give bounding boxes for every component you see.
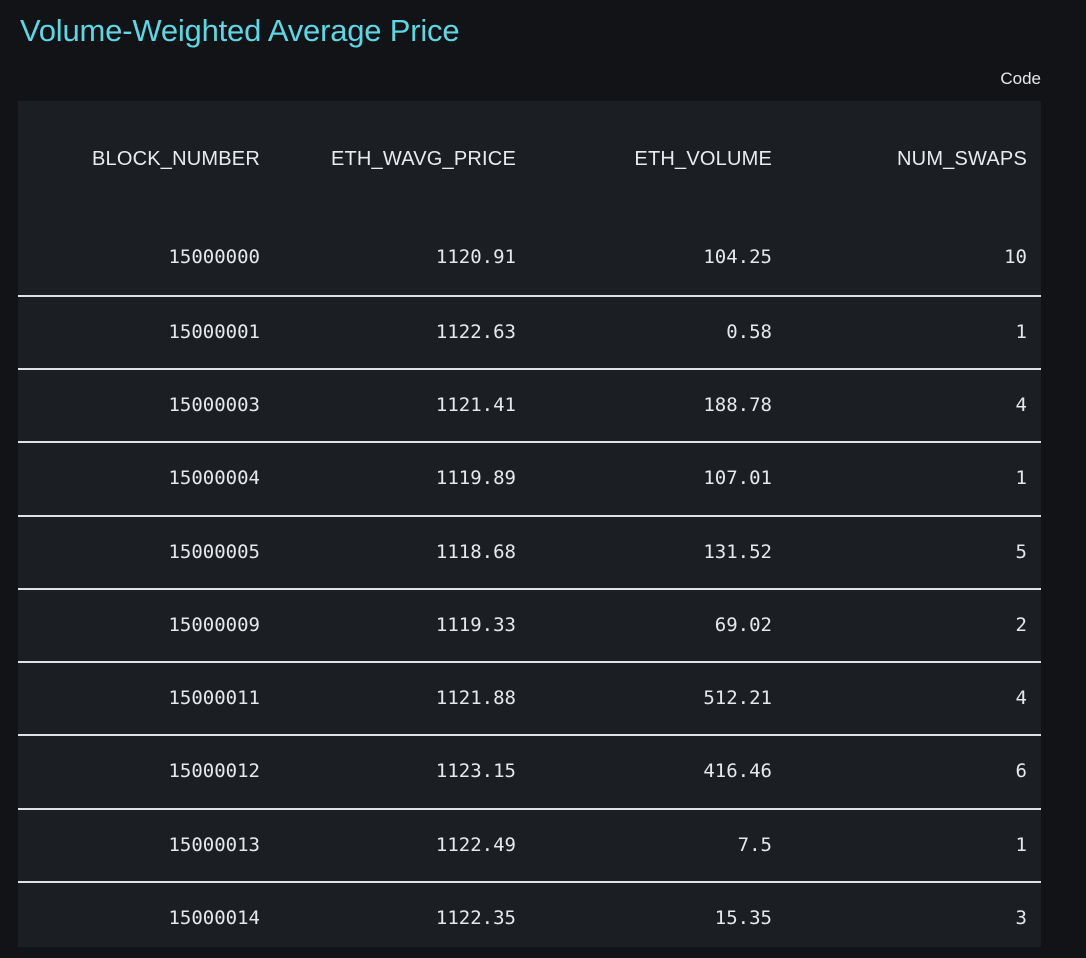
cell-block-number: 15000001 [168,321,260,343]
cell-eth-wavg-price: 1123.15 [435,760,516,782]
table-row: 15000013 1122.49 7.5 1 [18,808,1041,880]
table-row: 15000012 1123.15 416.46 6 [18,734,1041,806]
cell-eth-volume: 15.35 [714,907,772,929]
cell-eth-wavg-price: 1122.63 [435,321,516,343]
page-title: Volume-Weighted Average Price [20,13,460,48]
cell-num-swaps: 3 [1015,907,1027,929]
cell-eth-volume: 104.25 [703,246,772,268]
table-row: 15000004 1119.89 107.01 1 [18,441,1041,513]
table-row: 15000001 1122.63 0.58 1 [18,295,1041,367]
cell-block-number: 15000012 [168,760,260,782]
table-row: 15000014 1122.35 15.35 3 [18,881,1041,947]
cell-block-number: 15000003 [168,394,260,416]
cell-num-swaps: 10 [1004,246,1027,268]
cell-block-number: 15000004 [168,467,260,489]
cell-eth-volume: 7.5 [737,834,772,856]
cell-num-swaps: 1 [1015,834,1027,856]
code-toggle-link[interactable]: Code [1000,68,1041,90]
cell-num-swaps: 6 [1015,760,1027,782]
cell-eth-wavg-price: 1122.49 [435,834,516,856]
cell-eth-wavg-price: 1119.89 [435,467,516,489]
cell-num-swaps: 5 [1015,541,1027,563]
cell-block-number: 15000000 [168,246,260,268]
cell-eth-wavg-price: 1118.68 [435,541,516,563]
cell-eth-wavg-price: 1121.88 [435,687,516,709]
cell-num-swaps: 4 [1015,687,1027,709]
column-header-eth-volume[interactable]: ETH_VOLUME [516,101,772,218]
cell-block-number: 15000013 [168,834,260,856]
column-header-eth-wavg-price[interactable]: ETH_WAVG_PRICE [260,101,516,218]
cell-eth-wavg-price: 1120.91 [435,246,516,268]
cell-block-number: 15000014 [168,907,260,929]
cell-eth-volume: 188.78 [703,394,772,416]
table-row: 15000005 1118.68 131.52 5 [18,515,1041,587]
cell-num-swaps: 4 [1015,394,1027,416]
cell-num-swaps: 1 [1015,321,1027,343]
table-row: 15000003 1121.41 188.78 4 [18,368,1041,440]
cell-eth-volume: 69.02 [714,614,772,636]
table-header: BLOCK_NUMBER ETH_WAVG_PRICE ETH_VOLUME N… [18,101,1041,218]
table-row: 15000000 1120.91 104.25 10 [18,218,1041,296]
table-row: 15000009 1119.33 69.02 2 [18,588,1041,660]
cell-eth-wavg-price: 1119.33 [435,614,516,636]
cell-eth-wavg-price: 1122.35 [435,907,516,929]
cell-num-swaps: 2 [1015,614,1027,636]
cell-eth-volume: 107.01 [703,467,772,489]
data-table: BLOCK_NUMBER ETH_WAVG_PRICE ETH_VOLUME N… [18,101,1041,947]
cell-block-number: 15000009 [168,614,260,636]
column-header-num-swaps[interactable]: NUM_SWAPS [772,101,1027,218]
cell-eth-volume: 512.21 [703,687,772,709]
cell-eth-volume: 0.58 [726,321,772,343]
cell-eth-volume: 131.52 [703,541,772,563]
cell-num-swaps: 1 [1015,467,1027,489]
column-header-block-number[interactable]: BLOCK_NUMBER [18,101,260,218]
cell-eth-volume: 416.46 [703,760,772,782]
cell-eth-wavg-price: 1121.41 [435,394,516,416]
table-row: 15000011 1121.88 512.21 4 [18,661,1041,733]
cell-block-number: 15000005 [168,541,260,563]
cell-block-number: 15000011 [168,687,260,709]
